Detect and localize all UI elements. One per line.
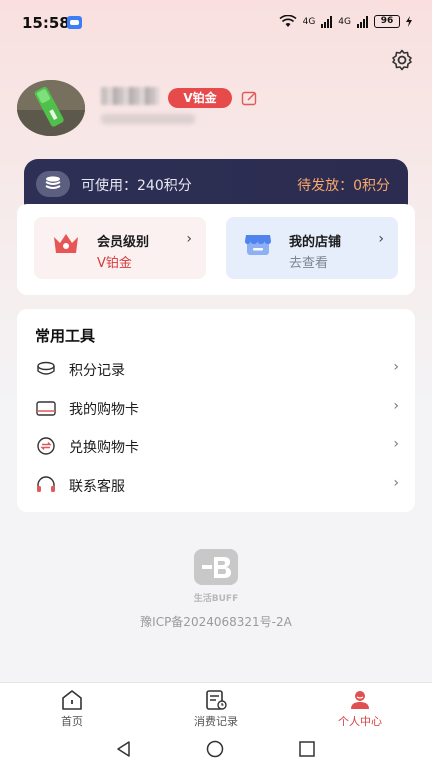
wifi-icon: [279, 15, 297, 28]
signal-icon: [321, 15, 333, 28]
signal-icon: [357, 15, 368, 28]
exchange-icon: [35, 436, 57, 456]
message-notification-icon: [67, 16, 82, 29]
store-icon: [243, 229, 273, 259]
nav-home[interactable]: 首页: [0, 683, 144, 731]
member-level-value: V铂金: [97, 256, 132, 271]
chevron-right-icon: ›: [393, 436, 399, 452]
avatar[interactable]: [17, 80, 85, 136]
tool-contact-support[interactable]: 联系客服 ›: [17, 466, 415, 504]
home-icon: [60, 689, 84, 711]
tool-label: 积分记录: [69, 363, 125, 379]
network-type-2: 4G: [338, 16, 351, 27]
recents-square-icon[interactable]: [298, 740, 316, 758]
back-triangle-icon[interactable]: [115, 740, 133, 758]
tool-label: 我的购物卡: [69, 402, 139, 418]
my-store-title: 我的店铺: [289, 235, 342, 250]
points-available: 可使用：240积分: [81, 178, 192, 194]
charging-icon: [406, 16, 412, 27]
coins-icon: [36, 171, 70, 197]
settings-gear-icon[interactable]: [390, 48, 414, 72]
home-circle-icon[interactable]: [206, 740, 224, 758]
member-level-title: 会员级别: [97, 235, 150, 250]
system-navigation-bar: [0, 730, 432, 768]
coins-icon: [35, 359, 57, 379]
edit-profile-icon[interactable]: [241, 90, 258, 107]
chevron-right-icon: ›: [378, 231, 384, 247]
chevron-right-icon: ›: [186, 231, 192, 247]
status-time: 15:58: [22, 14, 70, 32]
nav-label: 消费记录: [194, 715, 238, 728]
vip-badge: V铂金: [168, 88, 232, 108]
crown-icon: [51, 229, 81, 257]
status-indicators: 4G 4G 96: [279, 15, 412, 28]
status-bar: 15:58 4G 4G 96: [0, 0, 432, 44]
card-icon: [35, 398, 57, 418]
member-level-card[interactable]: 会员级别 V铂金 ›: [34, 217, 206, 279]
brand-name: 生活BUFF: [193, 594, 239, 604]
nav-label: 个人中心: [338, 715, 382, 728]
battery-indicator: 96: [374, 15, 400, 28]
common-tools-panel: 常用工具 积分记录 › 我的购物卡 › 兑换购物卡 › 联系客服 ›: [17, 309, 415, 512]
chevron-right-icon: ›: [393, 398, 399, 414]
member-panel: 会员级别 V铂金 › 我的店铺 去查看 ›: [17, 204, 415, 295]
icp-license: 豫ICP备2024068321号-2A: [140, 615, 292, 629]
tool-points-record[interactable]: 积分记录 ›: [17, 350, 415, 388]
chevron-right-icon: ›: [393, 359, 399, 375]
tool-my-shopping-card[interactable]: 我的购物卡 ›: [17, 389, 415, 427]
bottom-navigation: 首页 消费记录 个人中心: [0, 682, 432, 730]
nav-personal-center[interactable]: 个人中心: [288, 683, 432, 731]
headset-icon: [35, 475, 57, 495]
my-store-subtitle: 去查看: [289, 256, 329, 271]
user-icon: [348, 689, 372, 711]
user-id-blurred: [101, 114, 195, 124]
receipt-icon: [204, 689, 228, 711]
network-type-1: 4G: [302, 16, 316, 27]
tools-title: 常用工具: [35, 327, 96, 345]
tool-exchange-shopping-card[interactable]: 兑换购物卡 ›: [17, 427, 415, 465]
nav-label: 首页: [61, 715, 83, 728]
brand-logo: [194, 549, 238, 585]
nav-spending-records[interactable]: 消费记录: [144, 683, 288, 731]
chevron-right-icon: ›: [393, 475, 399, 491]
points-pending: 待发放：0积分: [297, 178, 390, 194]
my-store-card[interactable]: 我的店铺 去查看 ›: [226, 217, 398, 279]
tool-label: 联系客服: [69, 479, 125, 495]
username-blurred: [101, 87, 159, 105]
tool-label: 兑换购物卡: [69, 440, 139, 456]
